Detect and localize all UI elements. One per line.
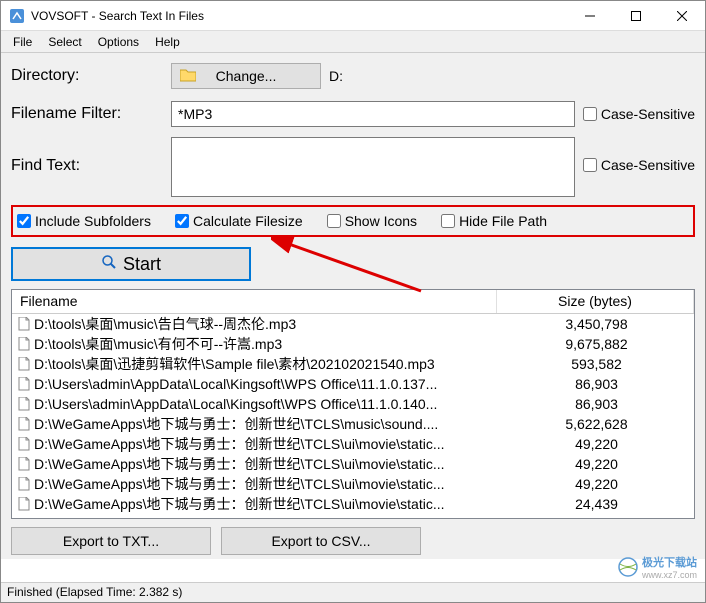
menu-options[interactable]: Options: [90, 33, 147, 51]
cell-filename: D:\tools\桌面\music\有何不可--许嵩.mp3: [34, 334, 519, 354]
cell-filename: D:\WeGameApps\地下城与勇士：创新世纪\TCLS\ui\movie\…: [34, 494, 519, 514]
window-controls: [567, 1, 705, 31]
globe-icon: [618, 557, 638, 577]
menu-file[interactable]: File: [5, 33, 40, 51]
start-button-label: Start: [123, 254, 161, 275]
cell-size: 3,450,798: [519, 316, 694, 332]
table-row[interactable]: D:\tools\桌面\迅捷剪辑软件\Sample file\素材\202102…: [12, 354, 694, 374]
export-txt-button[interactable]: Export to TXT...: [11, 527, 211, 555]
menu-select[interactable]: Select: [40, 33, 89, 51]
cell-filename: D:\WeGameApps\地下城与勇士：创新世纪\TCLS\ui\movie\…: [34, 454, 519, 474]
calculate-filesize-label: Calculate Filesize: [193, 213, 303, 229]
cell-filename: D:\WeGameApps\地下城与勇士：创新世纪\TCLS\ui\movie\…: [34, 474, 519, 494]
cell-size: 24,439: [519, 496, 694, 512]
titlebar: VOVSOFT - Search Text In Files: [1, 1, 705, 31]
file-icon: [16, 457, 32, 471]
cell-size: 86,903: [519, 376, 694, 392]
column-size[interactable]: Size (bytes): [497, 290, 694, 313]
cell-size: 49,220: [519, 436, 694, 452]
file-icon: [16, 357, 32, 371]
cell-filename: D:\WeGameApps\地下城与勇士：创新世纪\TCLS\ui\movie\…: [34, 434, 519, 454]
file-icon: [16, 417, 32, 431]
minimize-button[interactable]: [567, 1, 613, 31]
text-case-checkbox-input[interactable]: [583, 158, 597, 172]
table-body[interactable]: D:\tools\桌面\music\告白气球--周杰伦.mp33,450,798…: [12, 314, 694, 519]
cell-filename: D:\Users\admin\AppData\Local\Kingsoft\WP…: [34, 376, 519, 392]
watermark-name: 极光下载站: [642, 554, 697, 570]
folder-icon: [180, 68, 196, 85]
close-button[interactable]: [659, 1, 705, 31]
file-icon: [16, 317, 32, 331]
options-highlight-box: Include Subfolders Calculate Filesize Sh…: [11, 205, 695, 237]
table-row[interactable]: D:\tools\桌面\music\有何不可--许嵩.mp39,675,882: [12, 334, 694, 354]
file-icon: [16, 337, 32, 351]
watermark: 极光下载站 www.xz7.com: [618, 554, 697, 580]
change-directory-button[interactable]: Change...: [171, 63, 321, 89]
table-row[interactable]: D:\WeGameApps\地下城与勇士：创新世纪\TCLS\ui\movie\…: [12, 454, 694, 474]
window-title: VOVSOFT - Search Text In Files: [31, 9, 567, 23]
text-case-sensitive-checkbox[interactable]: Case-Sensitive: [583, 157, 695, 173]
directory-value: D:: [329, 68, 343, 84]
cell-size: 49,220: [519, 476, 694, 492]
filter-case-sensitive-checkbox[interactable]: Case-Sensitive: [583, 106, 695, 122]
file-icon: [16, 397, 32, 411]
cell-filename: D:\WeGameApps\地下城与勇士：创新世纪\TCLS\music\sou…: [34, 414, 519, 434]
app-icon: [9, 8, 25, 24]
maximize-button[interactable]: [613, 1, 659, 31]
find-text-label: Find Text:: [11, 137, 171, 175]
search-icon: [101, 254, 117, 275]
cell-size: 86,903: [519, 396, 694, 412]
status-text: Finished (Elapsed Time: 2.382 s): [7, 585, 182, 599]
table-row[interactable]: D:\WeGameApps\地下城与勇士：创新世纪\TCLS\music\sou…: [12, 414, 694, 434]
cell-filename: D:\tools\桌面\迅捷剪辑软件\Sample file\素材\202102…: [34, 354, 519, 374]
menubar: File Select Options Help: [1, 31, 705, 53]
hide-file-path-checkbox[interactable]: Hide File Path: [441, 213, 547, 229]
include-subfolders-label: Include Subfolders: [35, 213, 151, 229]
menu-help[interactable]: Help: [147, 33, 188, 51]
show-icons-checkbox[interactable]: Show Icons: [327, 213, 417, 229]
change-button-label: Change...: [216, 68, 277, 84]
filename-filter-input[interactable]: [171, 101, 575, 127]
statusbar: Finished (Elapsed Time: 2.382 s): [1, 582, 705, 602]
text-case-label: Case-Sensitive: [601, 157, 695, 173]
filter-case-label: Case-Sensitive: [601, 106, 695, 122]
export-csv-button[interactable]: Export to CSV...: [221, 527, 421, 555]
include-subfolders-checkbox[interactable]: Include Subfolders: [17, 213, 151, 229]
include-subfolders-input[interactable]: [17, 214, 31, 228]
file-icon: [16, 437, 32, 451]
filename-filter-label: Filename Filter:: [11, 105, 171, 123]
find-text-input[interactable]: [171, 137, 575, 197]
filter-case-checkbox-input[interactable]: [583, 107, 597, 121]
file-icon: [16, 377, 32, 391]
content-area: Directory: Change... D: Filename Filter:…: [1, 53, 705, 559]
table-row[interactable]: D:\WeGameApps\地下城与勇士：创新世纪\TCLS\ui\movie\…: [12, 494, 694, 514]
directory-label: Directory:: [11, 67, 171, 85]
table-header: Filename Size (bytes): [12, 290, 694, 314]
watermark-url: www.xz7.com: [642, 570, 697, 580]
cell-size: 5,622,628: [519, 416, 694, 432]
table-row[interactable]: D:\WeGameApps\地下城与勇士：创新世纪\TCLS\ui\movie\…: [12, 474, 694, 494]
show-icons-input[interactable]: [327, 214, 341, 228]
table-row[interactable]: D:\tools\桌面\music\告白气球--周杰伦.mp33,450,798: [12, 314, 694, 334]
cell-size: 9,675,882: [519, 336, 694, 352]
calculate-filesize-checkbox[interactable]: Calculate Filesize: [175, 213, 303, 229]
cell-size: 49,220: [519, 456, 694, 472]
table-row[interactable]: D:\Users\admin\AppData\Local\Kingsoft\WP…: [12, 374, 694, 394]
cell-size: 593,582: [519, 356, 694, 372]
table-row[interactable]: D:\WeGameApps\地下城与勇士：创新世纪\TCLS\ui\movie\…: [12, 434, 694, 454]
hide-file-path-label: Hide File Path: [459, 213, 547, 229]
column-filename[interactable]: Filename: [12, 290, 497, 313]
start-button[interactable]: Start: [11, 247, 251, 281]
file-icon: [16, 497, 32, 511]
cell-filename: D:\Users\admin\AppData\Local\Kingsoft\WP…: [34, 396, 519, 412]
show-icons-label: Show Icons: [345, 213, 417, 229]
hide-file-path-input[interactable]: [441, 214, 455, 228]
export-row: Export to TXT... Export to CSV...: [11, 519, 695, 559]
calculate-filesize-input[interactable]: [175, 214, 189, 228]
results-table: Filename Size (bytes) D:\tools\桌面\music\…: [11, 289, 695, 519]
cell-filename: D:\tools\桌面\music\告白气球--周杰伦.mp3: [34, 314, 519, 334]
file-icon: [16, 477, 32, 491]
table-row[interactable]: D:\Users\admin\AppData\Local\Kingsoft\WP…: [12, 394, 694, 414]
